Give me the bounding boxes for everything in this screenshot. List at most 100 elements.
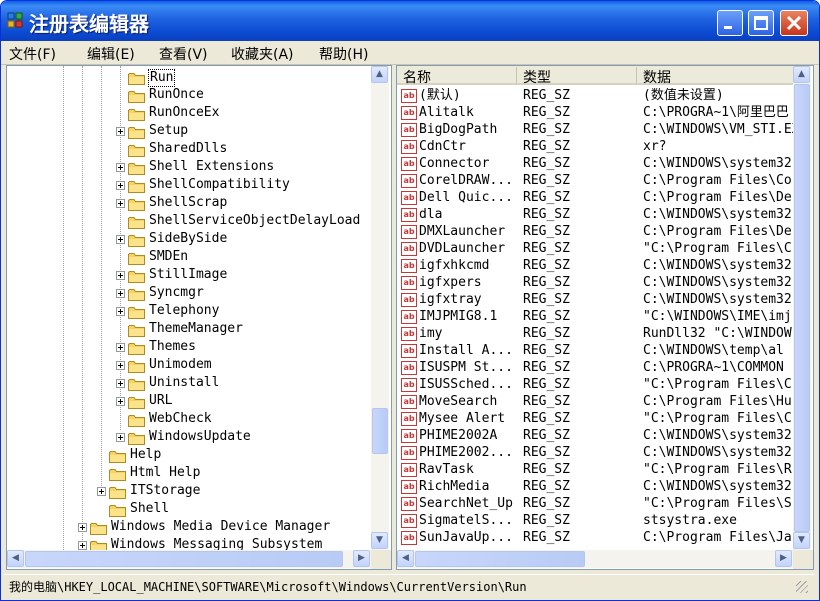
tree-node[interactable]: StillImage — [7, 266, 371, 284]
value-row[interactable]: ab DMXLauncher REG_SZ C:\Program Files\De — [397, 223, 793, 240]
scroll-left-button[interactable]: ◀ — [7, 550, 24, 567]
close-button[interactable] — [780, 10, 808, 36]
expand-plus-icon[interactable] — [116, 433, 125, 442]
tree-node[interactable]: Help — [7, 446, 371, 464]
value-row[interactable]: ab RavTask REG_SZ "C:\Program Files\R — [397, 461, 793, 478]
value-row[interactable]: ab CorelDRAW... REG_SZ C:\Program Files\Co — [397, 172, 793, 189]
column-header-type[interactable]: 类型 — [517, 67, 637, 86]
value-row[interactable]: ab igfxhkcmd REG_SZ C:\WINDOWS\system32 — [397, 257, 793, 274]
tree-node[interactable]: ITStorage — [7, 482, 371, 500]
title-bar[interactable]: 注册表编辑器 — [1, 1, 819, 41]
tree-node[interactable]: Uninstall — [7, 374, 371, 392]
minimize-button[interactable] — [717, 10, 743, 36]
column-header-data[interactable]: 数据 — [637, 67, 793, 86]
scroll-thumb[interactable] — [372, 408, 388, 454]
tree-node[interactable]: SideBySide — [7, 230, 371, 248]
scroll-up-button[interactable]: ▲ — [371, 66, 388, 83]
tree-node[interactable]: WebCheck — [7, 410, 371, 428]
expand-plus-icon[interactable] — [97, 487, 106, 496]
tree-node[interactable]: RunOnce — [7, 86, 371, 104]
tree-node[interactable]: Syncmgr — [7, 284, 371, 302]
tree-node[interactable]: URL — [7, 392, 371, 410]
expand-plus-icon[interactable] — [116, 307, 125, 316]
scroll-right-button[interactable]: ▶ — [353, 550, 370, 567]
value-row[interactable]: ab Mysee Alert REG_SZ "C:\Program Files\C — [397, 410, 793, 427]
tree-node[interactable]: ShellServiceObjectDelayLoad — [7, 212, 371, 230]
expand-plus-icon[interactable] — [116, 289, 125, 298]
maximize-button[interactable] — [748, 10, 774, 36]
value-row[interactable]: ab BigDogPath REG_SZ C:\WINDOWS\VM_STI.EXE — [397, 121, 793, 138]
value-row[interactable]: ab Dell Quic... REG_SZ C:\Program Files\De — [397, 189, 793, 206]
value-row[interactable]: ab imy REG_SZ RunDll32 "C:\WINDOW — [397, 325, 793, 342]
tree-node[interactable]: Themes — [7, 338, 371, 356]
value-row[interactable]: ab ISUSSched... REG_SZ "C:\Program Files\C — [397, 376, 793, 393]
scroll-thumb[interactable] — [25, 551, 343, 567]
list-horizontal-scrollbar[interactable]: ◀ ▶ — [397, 550, 793, 568]
tree-vertical-scrollbar[interactable]: ▲ ▼ — [371, 66, 389, 550]
scroll-thumb[interactable] — [415, 551, 585, 567]
value-row[interactable]: ab MoveSearch REG_SZ C:\Program Files\Hu — [397, 393, 793, 410]
menu-item-1[interactable]: 编辑(E) — [87, 44, 135, 64]
expand-plus-icon[interactable] — [78, 541, 87, 550]
value-row[interactable]: ab CdnCtr REG_SZ xr? — [397, 138, 793, 155]
value-row[interactable]: ab DVDLauncher REG_SZ "C:\Program Files\C — [397, 240, 793, 257]
value-row[interactable]: ab igfxtray REG_SZ C:\WINDOWS\system32 — [397, 291, 793, 308]
tree-node[interactable]: SharedDlls — [7, 140, 371, 158]
list-vertical-scrollbar[interactable]: ▲ ▼ — [793, 66, 811, 550]
tree-horizontal-scrollbar[interactable]: ◀ ▶ — [7, 550, 371, 568]
folder-icon — [128, 340, 145, 355]
tree-node[interactable]: WindowsUpdate — [7, 428, 371, 446]
value-row[interactable]: ab PHIME2002A REG_SZ C:\WINDOWS\system32 — [397, 427, 793, 444]
value-row[interactable]: ab SearchNet_Up REG_SZ "C:\Program Files\S — [397, 495, 793, 512]
expand-plus-icon[interactable] — [116, 199, 125, 208]
value-row[interactable]: ab ISUSPM St... REG_SZ C:\PROGRA~1\COMMON — [397, 359, 793, 376]
tree-node[interactable]: ShellCompatibility — [7, 176, 371, 194]
scroll-thumb[interactable] — [794, 84, 810, 532]
value-row[interactable]: ab SunJavaUp... REG_SZ C:\Program Files\Ja — [397, 529, 793, 546]
value-row[interactable]: ab (默认) REG_SZ (数值未设置) — [397, 87, 793, 104]
tree-node[interactable]: Shell — [7, 500, 371, 518]
expand-plus-icon[interactable] — [116, 379, 125, 388]
value-row[interactable]: ab igfxpers REG_SZ C:\WINDOWS\system32 — [397, 274, 793, 291]
scroll-down-button[interactable]: ▼ — [793, 532, 810, 549]
value-row[interactable]: ab Install A... REG_SZ C:\WINDOWS\temp\al — [397, 342, 793, 359]
column-header-name[interactable]: 名称 — [397, 67, 517, 86]
expand-plus-icon[interactable] — [116, 127, 125, 136]
expand-plus-icon[interactable] — [116, 235, 125, 244]
scroll-up-button[interactable]: ▲ — [793, 66, 810, 83]
tree-node[interactable]: Windows Media Device Manager — [7, 518, 371, 536]
menu-item-4[interactable]: 帮助(H) — [319, 44, 368, 64]
scroll-left-button[interactable]: ◀ — [397, 550, 414, 567]
tree-node[interactable]: Setup — [7, 122, 371, 140]
menu-item-3[interactable]: 收藏夹(A) — [231, 44, 294, 64]
value-row[interactable]: ab IMJPMIG8.1 REG_SZ "C:\WINDOWS\IME\imj — [397, 308, 793, 325]
menu-item-2[interactable]: 查看(V) — [159, 44, 208, 64]
scroll-right-button[interactable]: ▶ — [775, 550, 792, 567]
tree-node[interactable]: Telephony — [7, 302, 371, 320]
menu-item-0[interactable]: 文件(F) — [9, 44, 56, 64]
tree-node[interactable]: Html Help — [7, 464, 371, 482]
scroll-down-button[interactable]: ▼ — [371, 532, 388, 549]
value-row[interactable]: ab RichMedia REG_SZ C:\WINDOWS\system32 — [397, 478, 793, 495]
expand-plus-icon[interactable] — [116, 271, 125, 280]
expand-plus-icon[interactable] — [116, 397, 125, 406]
expand-plus-icon[interactable] — [78, 523, 87, 532]
tree-node[interactable]: Shell Extensions — [7, 158, 371, 176]
resize-grip[interactable] — [796, 581, 808, 593]
expand-plus-icon[interactable] — [116, 343, 125, 352]
expand-plus-icon[interactable] — [116, 361, 125, 370]
value-row[interactable]: ab SigmatelS... REG_SZ stsystra.exe — [397, 512, 793, 529]
value-row[interactable]: ab Connector REG_SZ C:\WINDOWS\system32 — [397, 155, 793, 172]
tree-node[interactable]: ThemeManager — [7, 320, 371, 338]
value-row[interactable]: ab dla REG_SZ C:\WINDOWS\system32 — [397, 206, 793, 223]
tree-node[interactable]: RunOnceEx — [7, 104, 371, 122]
tree-node[interactable]: Run — [7, 68, 371, 87]
expand-plus-icon[interactable] — [116, 163, 125, 172]
tree-node[interactable]: Unimodem — [7, 356, 371, 374]
expand-plus-icon[interactable] — [116, 181, 125, 190]
tree-node[interactable]: SMDEn — [7, 248, 371, 266]
tree-node[interactable]: Windows Messaging Subsystem — [7, 536, 371, 550]
value-row[interactable]: ab PHIME2002... REG_SZ C:\WINDOWS\system32 — [397, 444, 793, 461]
value-row[interactable]: ab Alitalk REG_SZ C:\PROGRA~1\阿里巴巴 — [397, 104, 793, 121]
tree-node[interactable]: ShellScrap — [7, 194, 371, 212]
